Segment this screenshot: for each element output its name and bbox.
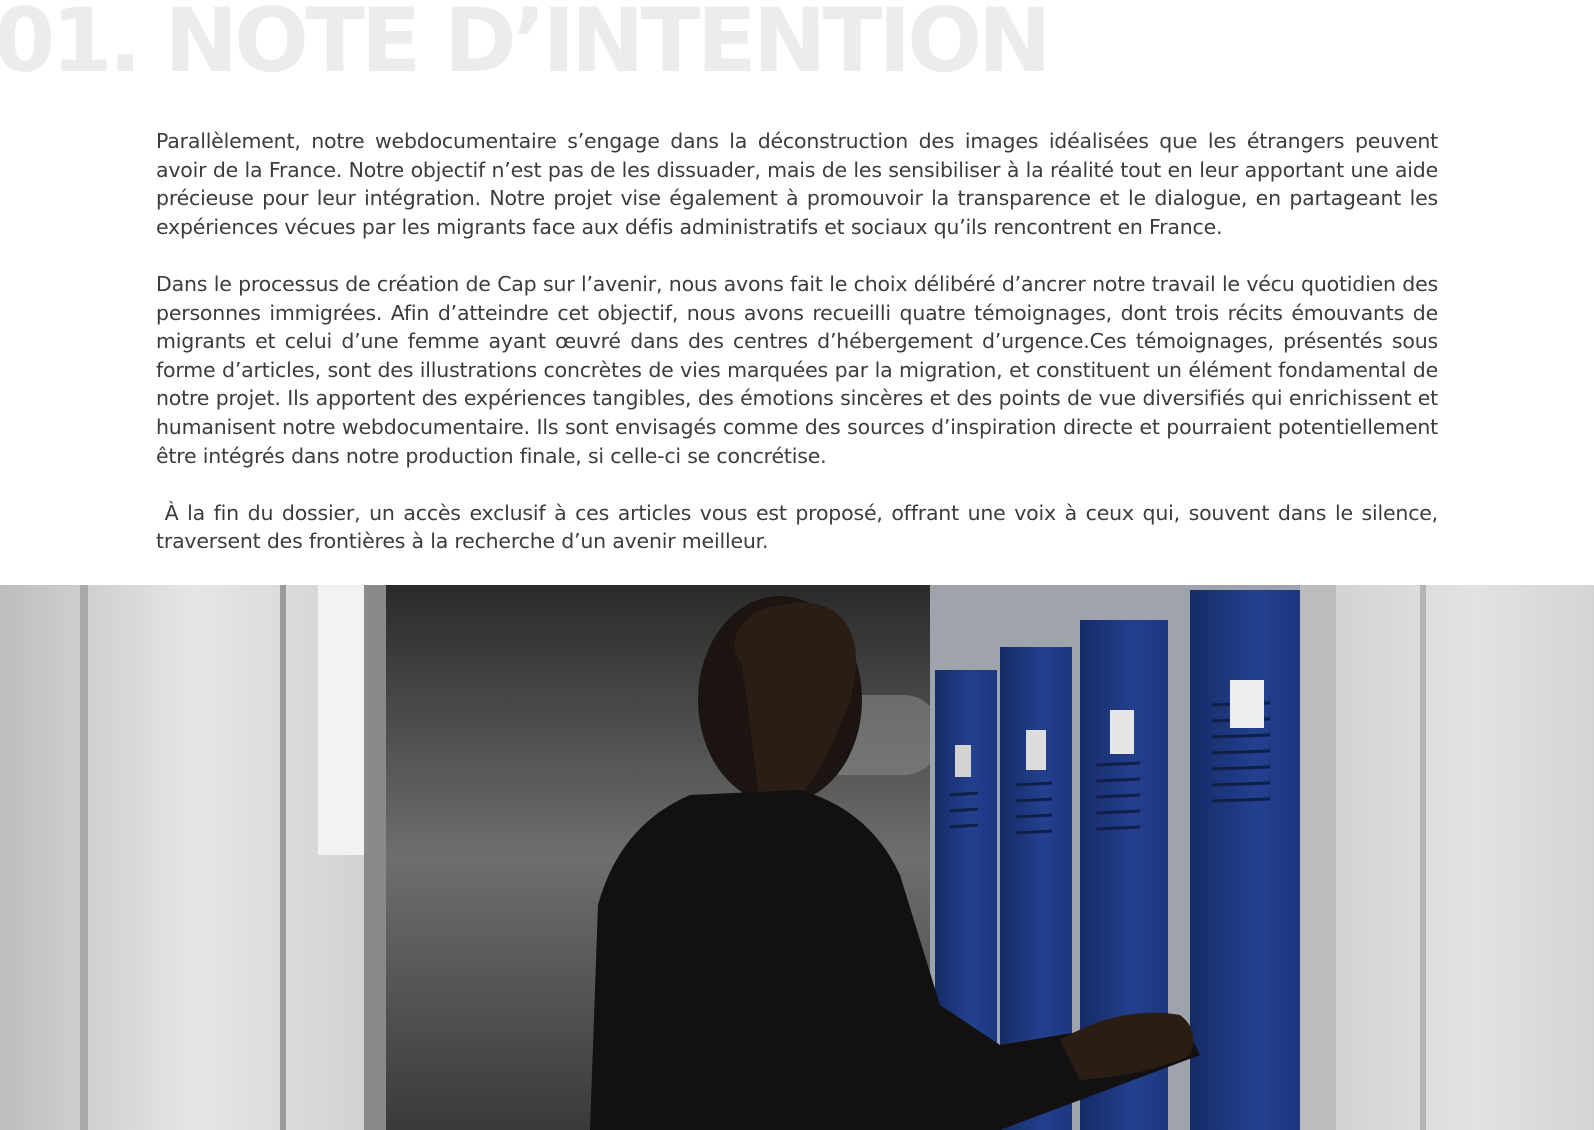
paragraph-3: À la fin du dossier, un accès exclusif à… (156, 500, 1438, 554)
photo-illustration (0, 585, 1594, 1130)
paragraph-1: Parallèlement, notre webdocumentaire s’e… (156, 129, 1438, 239)
body-text: Parallèlement, notre webdocumentaire s’e… (156, 127, 1438, 585)
locker-photo (0, 585, 1594, 1130)
section-heading: 01. NOTE D’INTENTION (0, 0, 1052, 92)
paragraph-2: Dans le processus de création de Cap sur… (156, 271, 1438, 468)
